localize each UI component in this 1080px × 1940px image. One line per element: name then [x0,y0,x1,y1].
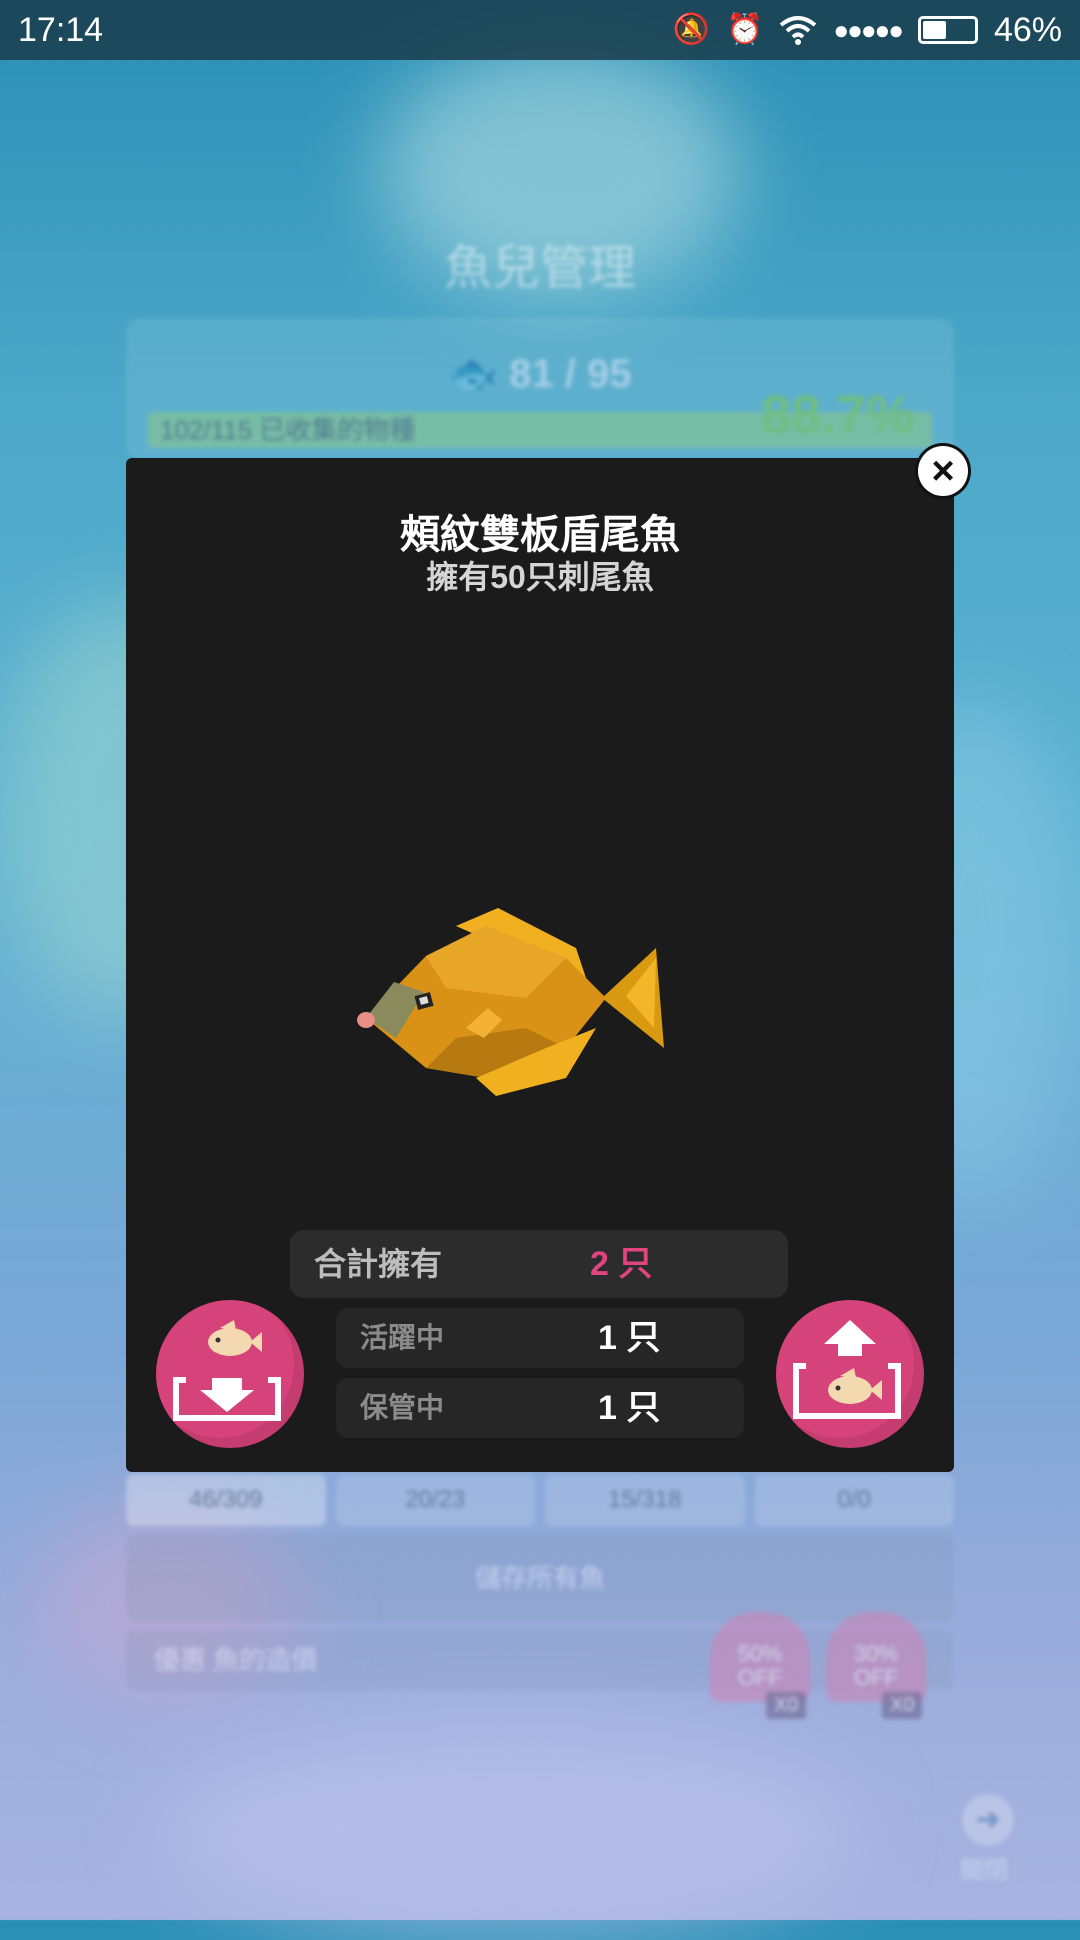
page-title: 魚兒管理 [443,242,636,295]
active-label: 活躍中 [360,1322,445,1353]
category-tabs: 46/309 20/23 15/318 0/0 [126,1474,954,1526]
stored-value: 1 只 [598,1389,661,1427]
collection-text: 102/115 已收集的物種 [160,415,416,445]
save-all-button[interactable]: 儲存所有魚 [126,1534,954,1622]
active-row: 活躍中 1 只 [336,1308,744,1368]
tab-category-4[interactable]: 0/0 [754,1474,954,1526]
tab-category-3[interactable]: 15/318 [545,1474,745,1526]
active-value: 1 只 [598,1319,661,1357]
total-value: 2 只 [590,1245,653,1283]
coupon-30-off[interactable]: 30% OFF [826,1612,926,1702]
coupon-50-off[interactable]: 50% OFF [710,1612,810,1702]
store-fish-button[interactable] [156,1300,304,1448]
coupon-label: 50% OFF [737,1641,783,1690]
coupon-label: 30% OFF [853,1641,899,1690]
fish-count-text: 81 / 95 [509,352,632,396]
fish-icon: 🐟 [448,352,499,396]
store-fish-icon [173,1320,281,1421]
coupon-count: X0 [882,1692,923,1719]
close-arrow-icon[interactable]: ➜ [962,1794,1014,1846]
total-owned-row: 合計擁有 2 只 [290,1230,788,1298]
collection-panel: 🐟 81 / 95 102/115 已收集的物種 88.7% [126,318,954,458]
fish-subtitle: 擁有50只刺尾魚 [426,559,654,595]
close-label: 關閉 [960,1857,1008,1884]
stored-label: 保管中 [360,1392,445,1423]
stored-row: 保管中 1 只 [336,1378,744,1438]
tab-category-1[interactable]: 46/309 [126,1474,326,1526]
coupon-count: X0 [766,1692,807,1719]
fish-illustration [357,908,664,1096]
close-icon[interactable]: × [918,446,968,496]
discount-label: 優惠 魚的造價 [154,1645,318,1675]
total-label: 合計擁有 [314,1246,443,1282]
release-fish-button[interactable] [776,1300,924,1448]
fish-model [126,608,954,1228]
collection-percent: 88.7% [760,385,914,445]
tab-category-2[interactable]: 20/23 [335,1474,535,1526]
release-fish-icon [793,1320,901,1419]
